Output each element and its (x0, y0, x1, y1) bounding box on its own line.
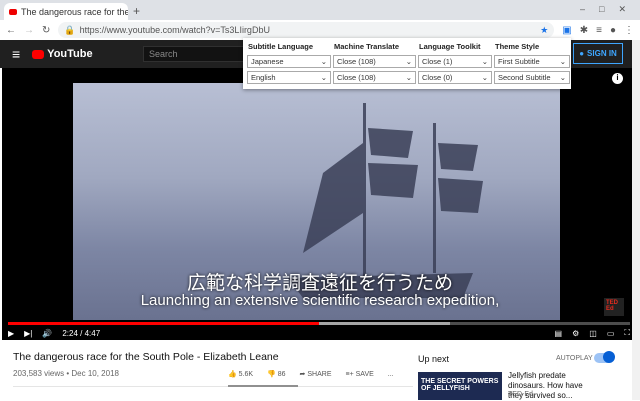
search-input[interactable]: Search (143, 46, 253, 62)
forward-icon[interactable]: → (24, 25, 34, 36)
progress-bar[interactable] (8, 322, 630, 325)
chevron-down-icon: ⌄ (405, 57, 412, 66)
thumbs-down-icon: 👎 (267, 371, 276, 378)
thumbs-up-icon: 👍 (228, 371, 237, 378)
dislike-button[interactable]: 👎 86 (267, 370, 285, 378)
subtitle-japanese: 広範な科学調査遠征を行うため (186, 273, 453, 294)
play-icon[interactable]: ▶ (8, 329, 14, 338)
chevron-down-icon: ⌄ (405, 73, 412, 82)
lock-icon: 🔒 (64, 24, 76, 35)
played-bar (8, 322, 319, 325)
header-language-toolkit: Language Toolkit (419, 42, 481, 51)
video-actions: 👍 5.6K 👎 86 ➦ SHARE ≡+ SAVE ... (228, 370, 394, 379)
select-value: Close (108) (337, 57, 376, 66)
tab-active[interactable]: The dangerous race for the So✕ (4, 3, 128, 20)
autoplay-toggle-knob[interactable] (603, 351, 615, 363)
video-title: The dangerous race for the South Pole - … (13, 351, 279, 363)
save-label: SAVE (355, 370, 374, 378)
playlist-add-icon: ≡+ (345, 370, 354, 378)
select-value: Close (0) (422, 73, 453, 82)
dislike-count: 86 (277, 371, 286, 378)
time-display: 2:24 / 4:47 (62, 328, 101, 338)
chevron-down-icon: ⌄ (559, 57, 566, 66)
extension-subtitle-icon[interactable]: ▣ (562, 25, 571, 36)
menu-icon[interactable]: ⋮ (624, 25, 634, 36)
volume-icon[interactable]: 🔊 (42, 329, 52, 338)
chevron-down-icon: ⌄ (320, 73, 327, 82)
address-bar[interactable]: 🔒 https://www.youtube.com/watch?v=Ts3LIir… (58, 22, 555, 38)
reload-icon[interactable]: ↻ (42, 25, 50, 36)
select-value: English (251, 73, 276, 82)
captions-icon[interactable]: ▤ (555, 329, 563, 338)
sign-in-button[interactable]: ● SIGN IN (573, 43, 623, 64)
youtube-logo[interactable]: YouTube (32, 48, 93, 60)
theater-icon[interactable]: ▭ (607, 329, 615, 338)
player-controls: ▶ ▶| 🔊 2:24 / 4:47 ▤ ⚙ ◫ ▭ ⛶ (8, 327, 630, 339)
like-button[interactable]: 👍 5.6K (228, 370, 253, 378)
chevron-down-icon: ⌄ (481, 57, 488, 66)
share-label: SHARE (307, 371, 332, 378)
header-machine-translate: Machine Translate (334, 42, 400, 51)
account-icon: ● (579, 49, 585, 58)
select-value: Japanese (251, 57, 284, 66)
settings-icon[interactable]: ⚙ (572, 329, 579, 338)
ted-ed-badge: TED Ed (604, 298, 624, 316)
chevron-down-icon: ⌄ (481, 73, 488, 82)
language-toolkit-select-1[interactable]: Close (1) ⌄ (418, 55, 492, 68)
like-ratio-bar (228, 385, 298, 387)
new-tab-icon[interactable]: + (133, 4, 140, 18)
extensions-puzzle-icon[interactable]: ✱ (580, 25, 588, 36)
subtitle-english: Launching an extensive scientific resear… (140, 292, 500, 309)
chevron-down-icon: ⌄ (559, 73, 566, 82)
save-button[interactable]: ≡+ SAVE (346, 371, 374, 378)
star-icon[interactable]: ★ (540, 25, 548, 36)
logo-text: YouTube (47, 48, 93, 60)
miniplayer-icon[interactable]: ◫ (589, 329, 597, 338)
chevron-down-icon: ⌄ (320, 57, 327, 66)
youtube-favicon-icon (9, 8, 17, 15)
video-meta: 203,583 views • Dec 10, 2018 (13, 369, 119, 378)
tab-title: The dangerous race for the So (21, 6, 128, 17)
recommended-channel: TED-Ed (508, 391, 533, 398)
reading-list-icon[interactable]: ≡ (596, 25, 602, 36)
select-value: First Subtitle (498, 57, 540, 66)
back-icon[interactable]: ← (6, 25, 16, 36)
share-icon: ➦ (299, 371, 306, 378)
theme-style-select-1[interactable]: First Subtitle ⌄ (494, 55, 570, 68)
info-icon[interactable]: i (612, 73, 623, 84)
profile-icon[interactable]: ● (610, 25, 616, 36)
subtitle-language-select-2[interactable]: English ⌄ (247, 71, 331, 84)
window-controls[interactable]: –□✕ (580, 4, 640, 15)
fullscreen-icon[interactable]: ⛶ (624, 328, 630, 338)
like-count: 5.6K (238, 371, 254, 378)
theme-style-select-2[interactable]: Second Subtitle ⌄ (494, 71, 570, 84)
next-icon[interactable]: ▶| (24, 329, 32, 338)
autoplay-label: AUTOPLAY (556, 355, 593, 362)
divider (13, 386, 413, 387)
subtitle-extension-popup: Subtitle Language Machine Translate Lang… (243, 38, 571, 89)
scrollbar[interactable] (632, 40, 640, 400)
tab-bar: The dangerous race for the So✕ + –□✕ (0, 0, 640, 20)
recommended-thumbnail[interactable]: THE SECRET POWERS OF JELLYFISH (418, 372, 502, 400)
subtitle-language-select-1[interactable]: Japanese ⌄ (247, 55, 331, 68)
sign-in-label: SIGN IN (587, 49, 617, 58)
select-value: Close (1) (422, 57, 453, 66)
more-actions-button[interactable]: ... (388, 371, 394, 378)
header-theme-style: Theme Style (495, 42, 540, 51)
header-subtitle-language: Subtitle Language (248, 42, 314, 51)
select-value: Close (108) (337, 73, 376, 82)
hamburger-menu-icon[interactable]: ≡ (12, 46, 20, 62)
url-text: https://www.youtube.com/watch?v=Ts3LIirg… (79, 25, 270, 35)
machine-translate-select-1[interactable]: Close (108) ⌄ (333, 55, 416, 68)
machine-translate-select-2[interactable]: Close (108) ⌄ (333, 71, 416, 84)
browser-toolbar: ← → ↻ 🔒 https://www.youtube.com/watch?v=Ts3… (0, 20, 640, 40)
language-toolkit-select-2[interactable]: Close (0) ⌄ (418, 71, 492, 84)
select-value: Second Subtitle (498, 73, 551, 82)
up-next-label: Up next (418, 354, 450, 364)
share-button[interactable]: ➦ SHARE (300, 370, 332, 378)
